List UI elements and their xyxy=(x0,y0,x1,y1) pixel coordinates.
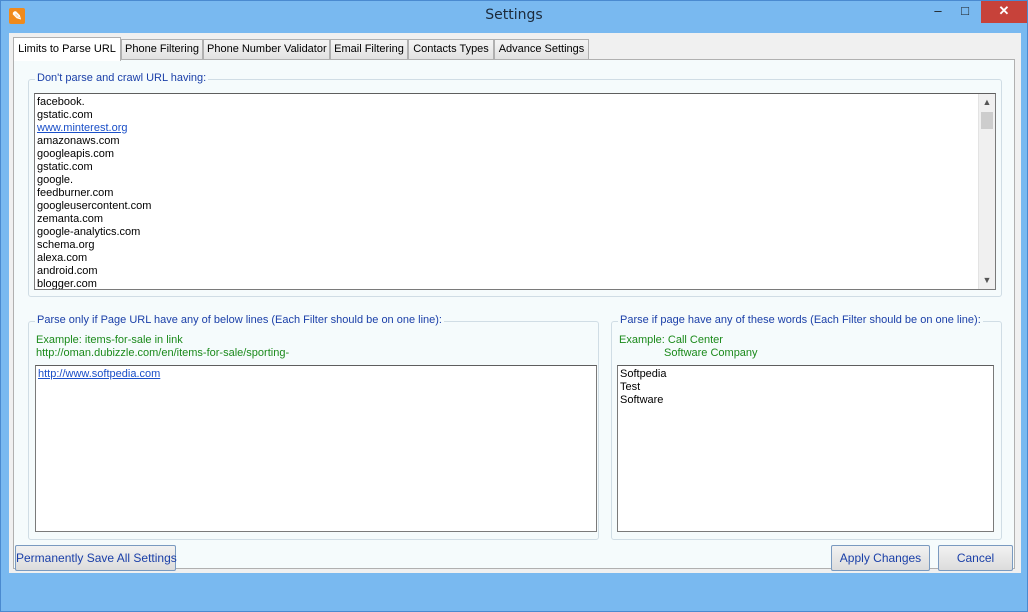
close-button[interactable]: ✕ xyxy=(981,1,1027,23)
dont-parse-textarea[interactable]: facebook. gstatic.com www.minterest.org … xyxy=(34,93,996,290)
tab-contacts-types[interactable]: Contacts Types xyxy=(408,39,494,59)
tab-limits-to-parse-url[interactable]: Limits to Parse URL xyxy=(13,37,121,61)
list-item: schema.org xyxy=(37,239,95,251)
vertical-scrollbar[interactable]: ▲ ▼ xyxy=(978,94,995,289)
list-item: feedburner.com xyxy=(37,187,114,199)
window-title: Settings xyxy=(485,7,543,23)
tab-advance-settings[interactable]: Advance Settings xyxy=(494,39,589,59)
parse-words-group: Parse if page have any of these words (E… xyxy=(611,314,1002,540)
cancel-button[interactable]: Cancel xyxy=(938,545,1013,571)
list-item: blogger.com xyxy=(37,278,97,290)
parse-url-example-2: http://oman.dubizzle.com/en/items-for-sa… xyxy=(36,347,290,359)
parse-url-label: Parse only if Page URL have any of below… xyxy=(35,314,444,326)
settings-window: ✎ Settings ‒ □ ✕ Limits to Parse URL Pho… xyxy=(0,0,1028,612)
parse-words-example-1: Example: Call Center xyxy=(619,334,723,346)
list-item: google-analytics.com xyxy=(37,226,141,238)
scroll-thumb[interactable] xyxy=(981,112,993,129)
list-item: google. xyxy=(37,174,74,186)
list-item: Software xyxy=(620,394,664,406)
parse-url-example-1: Example: items-for-sale in link xyxy=(36,334,183,346)
scroll-down-icon[interactable]: ▼ xyxy=(979,272,995,289)
dont-parse-label: Don't parse and crawl URL having: xyxy=(35,72,209,84)
list-item: gstatic.com xyxy=(37,161,93,173)
list-item-link[interactable]: www.minterest.org xyxy=(37,122,151,135)
parse-words-example-2: Software Company xyxy=(664,347,758,359)
list-item: Test xyxy=(620,381,641,393)
list-item: Softpedia xyxy=(620,368,667,380)
list-item: googleusercontent.com xyxy=(37,200,152,212)
parse-url-textarea[interactable]: http://www.softpedia.com xyxy=(35,365,597,532)
client-area: Limits to Parse URL Phone Filtering Phon… xyxy=(9,33,1021,573)
parse-url-lines: http://www.softpedia.com xyxy=(38,368,160,381)
title-bar[interactable]: ✎ Settings ‒ □ ✕ xyxy=(1,1,1027,33)
tab-phone-number-validator[interactable]: Phone Number Validator xyxy=(203,39,330,59)
parse-words-label: Parse if page have any of these words (E… xyxy=(618,314,983,326)
parse-words-textarea[interactable]: Softpedia Test Software xyxy=(617,365,994,532)
dont-parse-lines: facebook. gstatic.com www.minterest.org … xyxy=(37,96,152,290)
scroll-up-icon[interactable]: ▲ xyxy=(979,94,995,111)
list-item: gstatic.com xyxy=(37,109,93,121)
list-item: alexa.com xyxy=(37,252,88,264)
maximize-button[interactable]: □ xyxy=(952,1,978,23)
list-item: android.com xyxy=(37,265,98,277)
tab-email-filtering[interactable]: Email Filtering xyxy=(330,39,408,59)
save-all-settings-button[interactable]: Permanently Save All Settings xyxy=(15,545,177,571)
list-item: amazonaws.com xyxy=(37,135,120,147)
list-item-link[interactable]: http://www.softpedia.com xyxy=(38,368,160,381)
tab-page-limits-to-parse-url: Don't parse and crawl URL having: facebo… xyxy=(13,59,1015,569)
list-item: googleapis.com xyxy=(37,148,115,160)
list-item: zemanta.com xyxy=(37,213,104,225)
parse-words-lines: Softpedia Test Software xyxy=(620,368,666,407)
tab-phone-filtering[interactable]: Phone Filtering xyxy=(121,39,203,59)
parse-url-group: Parse only if Page URL have any of below… xyxy=(28,314,599,540)
dont-parse-group: Don't parse and crawl URL having: facebo… xyxy=(28,72,1002,297)
apply-changes-button[interactable]: Apply Changes xyxy=(831,545,930,571)
minimize-button[interactable]: ‒ xyxy=(925,1,951,23)
list-item: facebook. xyxy=(37,96,85,108)
